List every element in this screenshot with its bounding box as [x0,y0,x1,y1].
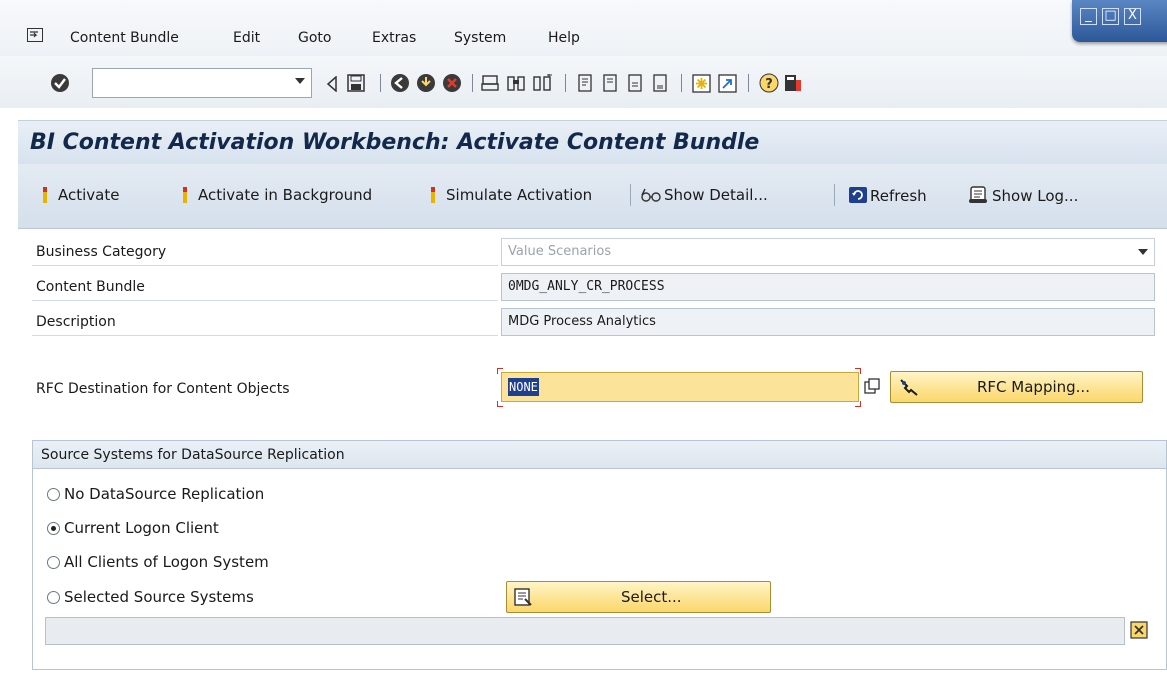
radio-label: No DataSource Replication [64,485,265,503]
cancel-icon[interactable] [442,73,462,93]
radio-button-selected[interactable] [47,522,60,535]
focus-bracket-icon [497,401,503,407]
toolbar-separator [834,184,835,206]
create-session-icon[interactable] [692,74,711,93]
chevron-down-icon[interactable] [295,78,305,84]
show-detail-button[interactable]: Show Detail... [640,186,768,204]
business-category-value: Value Scenarios [508,244,612,259]
activate-background-label: Activate in Background [198,186,373,204]
content-bundle-field: 0MDG_ANLY_CR_PROCESS [501,273,1155,301]
radio-label: Current Logon Client [64,519,219,537]
refresh-icon [849,187,867,203]
page-title: BI Content Activation Workbench: Activat… [30,130,760,155]
activate-background-icon [183,187,187,203]
rfc-destination-value: NONE [508,378,539,396]
next-page-icon[interactable] [626,74,644,92]
radio-label: Selected Source Systems [64,588,254,606]
system-menu-icon[interactable] [27,28,43,42]
command-field[interactable] [92,68,312,98]
back-icon[interactable] [390,73,410,93]
menu-bar: Content Bundle Edit Goto Extras System H… [0,0,1167,56]
rfc-destination-input[interactable]: NONE [501,372,859,402]
exit-icon[interactable] [416,73,436,93]
radio-no-datasource-replication[interactable]: No DataSource Replication [47,484,264,504]
toolbar-separator [681,74,682,92]
show-log-label: Show Log... [992,187,1079,205]
menu-system[interactable]: System [454,30,506,46]
previous-page-icon[interactable] [601,74,619,92]
layout-menu-icon[interactable] [784,74,802,92]
radio-button[interactable] [47,556,60,569]
rfc-mapping-label: RFC Mapping... [977,378,1090,396]
toolbar-separator [380,74,381,92]
find-icon[interactable] [507,74,525,92]
activate-label: Activate [58,186,120,204]
save-icon[interactable] [347,74,365,92]
rfc-destination-label: RFC Destination for Content Objects [36,381,290,397]
back-arrow-icon[interactable] [326,76,338,92]
selected-systems-field[interactable] [45,617,1125,645]
help-icon[interactable]: ? [759,73,779,93]
menu-content-bundle[interactable]: Content Bundle [70,30,179,46]
chevron-down-icon[interactable] [1138,249,1148,255]
radio-button[interactable] [47,591,60,604]
last-page-icon[interactable] [651,74,669,92]
log-scroll-icon [969,186,987,203]
shortcut-icon[interactable] [718,74,737,93]
menu-extras[interactable]: Extras [372,30,416,46]
business-category-select[interactable]: Value Scenarios [501,238,1155,266]
value-help-icon[interactable] [864,378,880,394]
focus-bracket-icon [497,368,503,374]
simulate-activation-button[interactable]: Simulate Activation [428,186,592,204]
description-label: Description [32,308,498,336]
refresh-label: Refresh [870,187,927,205]
content-bundle-label: Content Bundle [32,273,498,301]
first-page-icon[interactable] [576,74,594,92]
select-list-icon [514,588,532,606]
show-detail-label: Show Detail... [664,186,768,204]
radio-label: All Clients of Logon System [64,553,269,571]
menu-goto[interactable]: Goto [298,30,331,46]
radio-selected-source-systems[interactable]: Selected Source Systems [47,587,254,607]
source-systems-group: Source Systems for DataSource Replicatio… [32,440,1167,670]
find-next-icon[interactable] [533,74,553,92]
source-systems-heading: Source Systems for DataSource Replicatio… [33,441,1166,469]
enter-icon[interactable] [50,73,70,93]
radio-all-clients[interactable]: All Clients of Logon System [47,552,269,572]
toolbar-separator [748,74,749,92]
svg-text:?: ? [765,77,773,92]
focus-bracket-icon [855,368,861,374]
print-icon[interactable] [481,74,499,92]
select-button[interactable]: Select... [506,581,771,613]
focus-bracket-icon [855,401,861,407]
minimize-button[interactable]: _ [1080,8,1097,25]
activate-button[interactable]: Activate [40,186,119,204]
application-toolbar: Activate Activate in Background Simulate… [18,164,1167,229]
maximize-button[interactable]: □ [1102,8,1119,25]
title-bar: BI Content Activation Workbench: Activat… [18,120,1167,165]
toolbar-separator [565,74,566,92]
business-category-label: Business Category [32,238,498,266]
plug-icon [900,379,918,396]
radio-current-logon-client[interactable]: Current Logon Client [47,518,219,538]
activate-background-button[interactable]: Activate in Background [180,186,372,204]
close-button[interactable]: X [1124,8,1141,25]
multiple-selection-icon[interactable] [1130,621,1148,639]
menu-edit[interactable]: Edit [233,30,260,46]
select-label: Select... [621,588,682,606]
toolbar-separator [472,74,473,92]
radio-button[interactable] [47,488,60,501]
glasses-icon [641,188,661,202]
simulate-icon [431,187,435,203]
description-field: MDG Process Analytics [501,308,1155,336]
refresh-button[interactable]: Refresh [848,186,927,205]
menu-help[interactable]: Help [548,30,580,46]
simulate-activation-label: Simulate Activation [446,186,593,204]
activate-icon [43,187,47,203]
rfc-mapping-button[interactable]: RFC Mapping... [890,371,1143,403]
toolbar-separator [630,184,631,206]
show-log-button[interactable]: Show Log... [968,186,1078,205]
window-controls: _ □ X [1072,0,1167,42]
